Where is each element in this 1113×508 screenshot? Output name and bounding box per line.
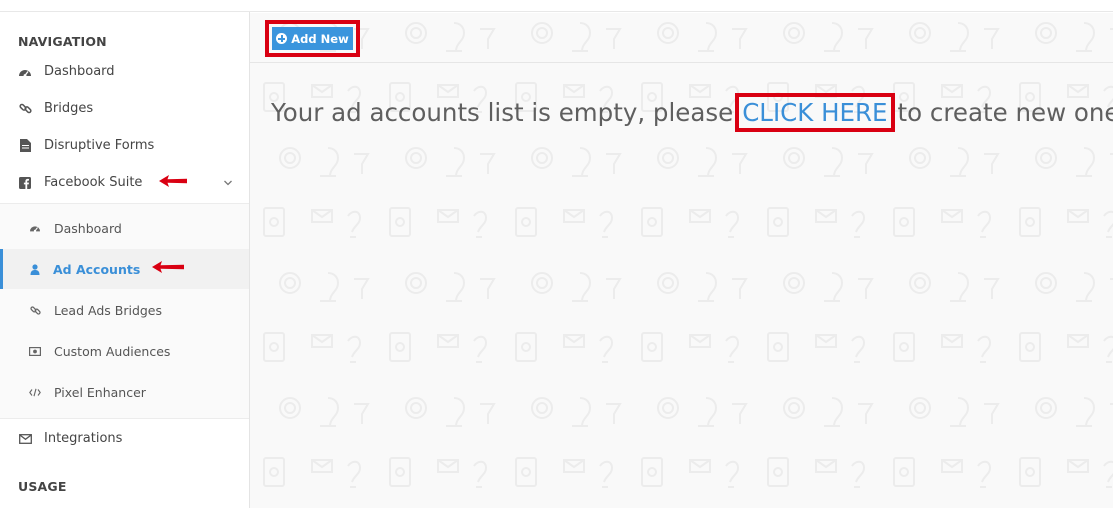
user-icon [29, 263, 41, 275]
add-new-button[interactable]: Add New [272, 27, 353, 50]
link-icon [18, 102, 32, 116]
sidebar-item-disruptive-forms[interactable]: Disruptive Forms [0, 127, 249, 164]
toolbar: Add New [250, 13, 1113, 63]
link-icon [29, 304, 41, 316]
sidebar-item-label: Facebook Suite [44, 175, 143, 190]
envelope-icon [18, 432, 32, 446]
click-here-link[interactable]: CLICK HERE [742, 98, 887, 127]
chevron-down-icon[interactable] [223, 176, 233, 191]
submenu-item-dashboard[interactable]: Dashboard [0, 208, 249, 248]
empty-message-prefix: Your ad accounts list is empty, please [271, 98, 734, 127]
highlight-box: CLICK HERE [735, 93, 895, 132]
submenu-item-label: Pixel Enhancer [54, 384, 146, 400]
sidebar-item-label: Disruptive Forms [44, 138, 155, 153]
section-title-usage: USAGE [18, 479, 67, 494]
submenu-item-lead-ads-bridges[interactable]: Lead Ads Bridges [0, 290, 249, 330]
submenu-item-label: Dashboard [54, 220, 122, 236]
file-icon [18, 139, 32, 153]
sidebar-item-bridges[interactable]: Bridges [0, 90, 249, 127]
add-new-label: Add New [291, 31, 349, 46]
submenu-item-label: Lead Ads Bridges [54, 302, 163, 318]
section-title-navigation: NAVIGATION [18, 34, 107, 49]
background-pattern [250, 13, 1113, 508]
highlight-box: Add New [265, 20, 360, 57]
sidebar-item-facebook-suite[interactable]: Facebook Suite [0, 164, 249, 201]
main-content: Add New Your ad accounts list is empty, … [250, 13, 1113, 508]
money-icon [29, 345, 41, 357]
facebook-icon [18, 176, 32, 190]
sidebar: NAVIGATION Dashboard Bridges Disruptive … [0, 12, 250, 508]
empty-state-message: Your ad accounts list is empty, please C… [271, 93, 1113, 132]
annotation-arrow-icon [159, 175, 187, 187]
dashboard-icon [18, 65, 32, 79]
submenu-item-label: Ad Accounts [53, 261, 141, 277]
code-icon [29, 386, 41, 398]
submenu-item-ad-accounts[interactable]: Ad Accounts [0, 249, 249, 289]
plus-circle-icon [276, 33, 288, 44]
submenu-item-pixel-enhancer[interactable]: Pixel Enhancer [0, 372, 249, 412]
sidebar-item-dashboard[interactable]: Dashboard [0, 53, 249, 90]
sidebar-item-integrations[interactable]: Integrations [0, 420, 249, 457]
submenu-item-label: Custom Audiences [54, 343, 171, 359]
annotation-arrow-icon [152, 261, 184, 273]
empty-message-suffix: to create new one. [897, 98, 1113, 127]
top-bar [0, 0, 1113, 12]
sidebar-item-label: Dashboard [44, 64, 115, 79]
dashboard-icon [29, 222, 41, 234]
sidebar-item-label: Integrations [44, 431, 123, 446]
submenu-item-custom-audiences[interactable]: Custom Audiences [0, 331, 249, 371]
sidebar-item-label: Bridges [44, 101, 94, 116]
facebook-suite-submenu: Dashboard Ad Accounts Lead Ads Bridges C… [0, 203, 249, 419]
